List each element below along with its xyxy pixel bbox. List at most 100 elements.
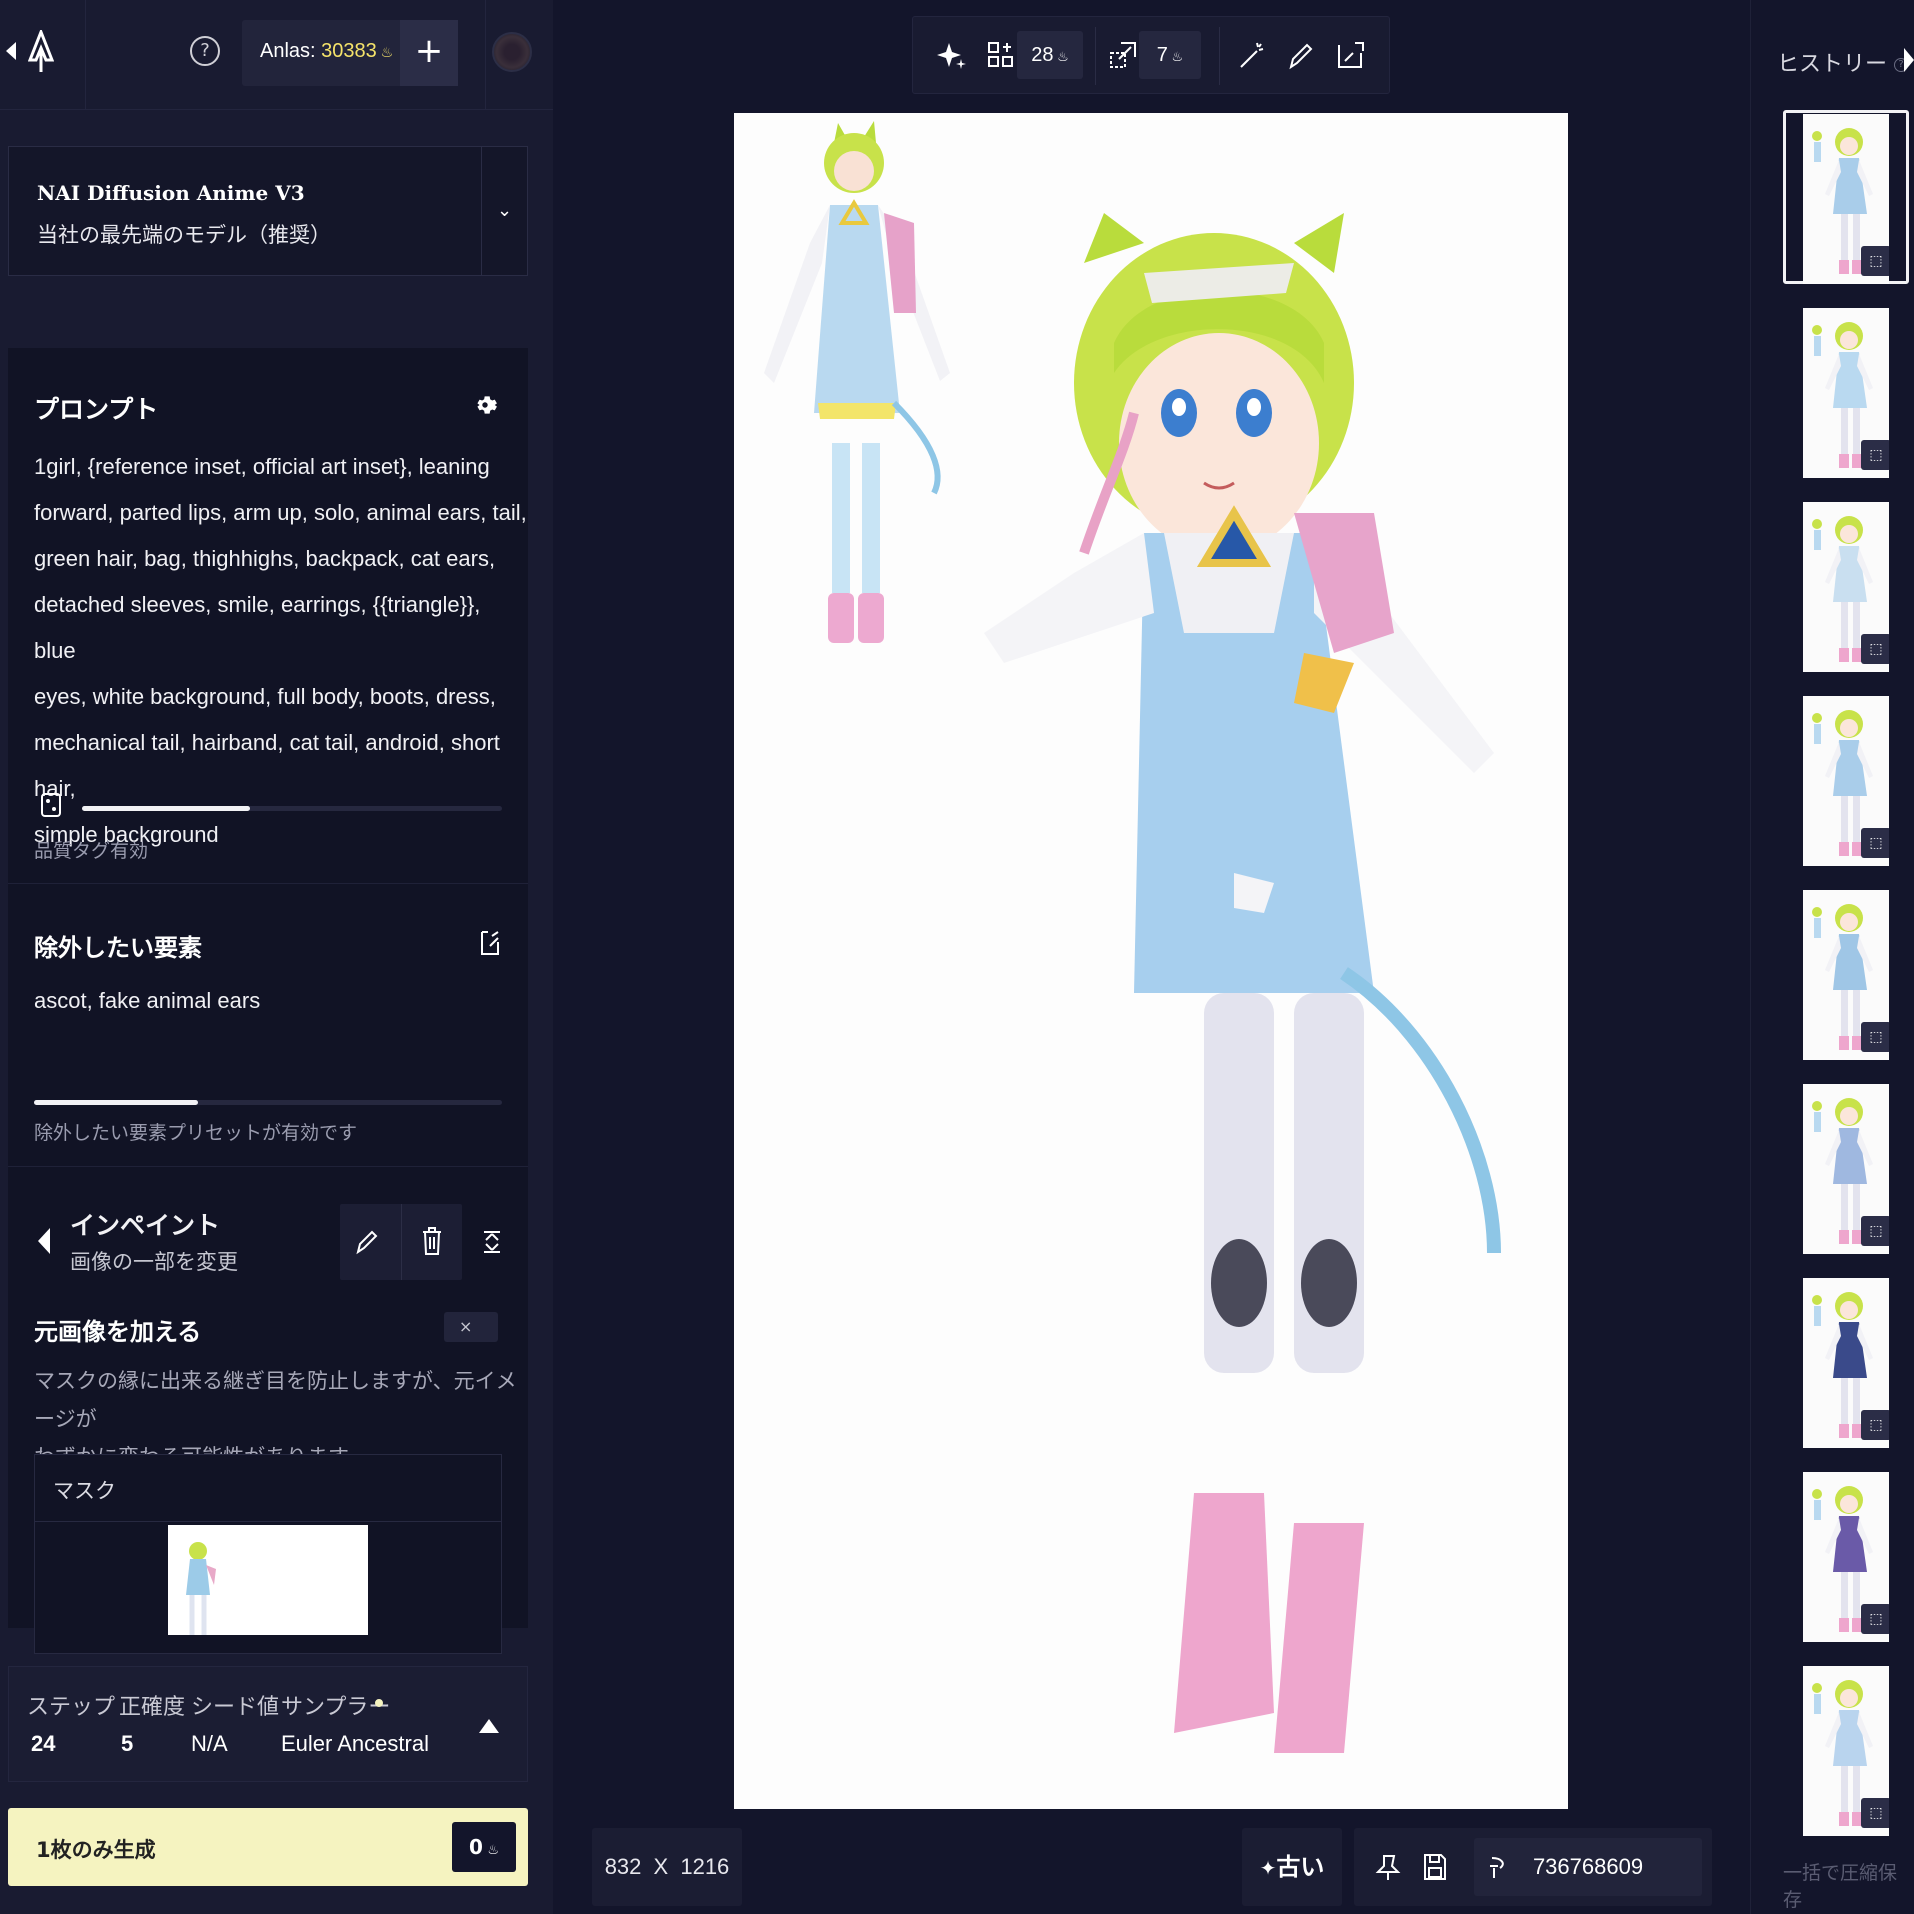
model-selector[interactable]: NAI Diffusion Anime V3 当社の最先端のモデル（推奨） ⌄ [8,146,528,276]
prompt-strength-slider[interactable] [82,806,502,811]
prompt-line: 1girl, {reference inset, official art in… [34,454,490,479]
seed-actions: 736768609 [1354,1828,1712,1906]
use-as-base-icon[interactable]: ⬚ [1861,1216,1889,1246]
image-height: 1216 [680,1854,730,1879]
negative-preset-icon[interactable] [478,928,502,956]
user-avatar[interactable] [492,32,532,72]
trash-icon[interactable] [420,1226,444,1256]
dice-icon[interactable] [40,792,62,818]
prompt-line: green hair, bag, thighhighs, backpack, c… [34,546,496,571]
model-name: NAI Diffusion Anime V3 [37,181,305,205]
help-button[interactable]: ? [190,36,220,66]
mask-panel[interactable]: マスク [34,1454,502,1654]
upscale-cost-value: 28 [1031,44,1054,66]
generate-button[interactable]: 1枚のみ生成 0 ♨ [8,1808,528,1886]
inpaint-back-icon[interactable] [38,1228,50,1254]
prompt-title: プロンプト [34,395,159,424]
generate-cost-value: 0 [468,1835,483,1859]
image-dimensions: 832 X 1216 [592,1828,742,1906]
use-as-base-icon[interactable]: ⬚ [1861,1410,1889,1440]
sampler-label: サンプラー [281,1694,391,1719]
buy-anlas-button[interactable]: + [400,20,458,86]
use-as-base-icon[interactable]: ⬚ [1861,1604,1889,1634]
add-original-title: 元画像を加える [34,1318,202,1346]
negative-title: 除外したい要素 [34,934,202,962]
main-figure [984,213,1501,1753]
guidance-value: 5 [121,1731,134,1756]
sparkle-icon: ✦ [1259,1856,1277,1880]
history-thumbnail[interactable]: ⬚ [1803,696,1889,866]
reference-inset-figure [764,121,950,643]
sampler-value: Euler Ancestral [281,1731,429,1756]
old-enhance-button[interactable]: ✦古い [1242,1828,1342,1906]
image-to-image-icon[interactable] [1335,39,1367,71]
image-toolbar: 28 ♨ 7 ♨ [912,16,1390,94]
steps-label: ステップ [27,1694,116,1719]
collapse-icon[interactable] [482,1228,502,1256]
prompt-line: detached sleeves, smile, earrings, {{tri… [34,592,481,663]
seed-label: シード値 [191,1694,280,1719]
anlas-balance: Anlas: 30383 ♨ + [242,20,458,86]
quality-tags-label: 品質タグ有効 [34,840,149,862]
use-as-base-icon[interactable]: ⬚ [1861,1798,1889,1828]
history-thumbnail[interactable]: ⬚ [1803,1472,1889,1642]
sampler-indicator [375,1699,383,1707]
sparkle-icon[interactable] [935,39,967,71]
generation-settings[interactable]: ステップ 24 正確度 5 シード値 N/A サンプラー Euler Ances… [8,1666,528,1782]
use-as-base-icon[interactable]: ⬚ [1861,828,1889,858]
anlas-icon: ♨ [1053,49,1069,64]
variations-cost: 7 ♨ [1139,31,1201,79]
upscale-cost: 28 ♨ [1017,31,1083,79]
use-as-base-icon[interactable]: ⬚ [1861,634,1889,664]
anlas-label: Anlas: [260,40,316,62]
history-thumbnail[interactable]: ⬚ [1803,502,1889,672]
expand-settings-icon[interactable] [479,1719,499,1733]
history-thumbnail[interactable]: ⬚ [1803,1278,1889,1448]
anlas-display: Anlas: 30383 ♨ [260,40,393,63]
pencil-icon[interactable] [1285,39,1317,71]
mask-thumbnail[interactable] [168,1525,368,1635]
prompt-line: eyes, white background, full body, boots… [34,684,496,709]
history-thumbnail[interactable]: ⬚ [1803,1084,1889,1254]
prompt-input[interactable]: 1girl, {reference inset, official art in… [34,444,528,858]
gear-icon[interactable] [472,392,498,418]
magic-wand-icon[interactable] [1235,39,1267,71]
pin-icon[interactable] [1374,1852,1402,1882]
novelai-logo-icon[interactable] [28,30,54,74]
prompt-panel: プロンプト 1girl, {reference inset, official … [8,348,528,1654]
use-as-base-icon[interactable]: ⬚ [1861,246,1889,276]
generated-image-canvas[interactable] [734,113,1568,1809]
variations-cost-value: 7 [1156,44,1168,66]
history-title-text: ヒストリー [1777,52,1888,77]
variations-icon[interactable] [1107,39,1139,71]
guidance-label: 正確度 [119,1694,186,1719]
save-icon[interactable] [1422,1852,1448,1882]
seed-value: 736768609 [1532,1854,1644,1879]
bulk-save-button[interactable]: 一括で圧縮保存 [1783,1858,1914,1912]
history-thumbnail[interactable]: ⬚ [1803,890,1889,1060]
seed-icon[interactable] [1486,1854,1512,1880]
prompt-line: forward, parted lips, arm up, solo, anim… [34,500,527,525]
add-original-toggle[interactable]: × [444,1312,498,1342]
prompt-line: mechanical tail, hairband, cat tail, and… [34,730,500,801]
upscale-icon[interactable] [985,39,1017,71]
dimension-separator: X [653,1854,669,1879]
collapse-history-icon[interactable] [1904,48,1914,72]
collapse-sidebar-icon[interactable] [6,42,16,60]
use-as-base-icon[interactable]: ⬚ [1861,1022,1889,1052]
use-as-base-icon[interactable]: ⬚ [1861,440,1889,470]
chevron-down-icon[interactable]: ⌄ [481,147,527,275]
pencil-icon[interactable] [354,1228,380,1256]
negative-input[interactable]: ascot, fake animal ears [34,978,260,1024]
negative-strength-slider[interactable] [34,1100,502,1105]
description-line: マスクの縁に出来る継ぎ目を防止しますが、元イメージが [34,1369,517,1431]
history-thumbnail[interactable]: ⬚ [1803,114,1889,284]
divider [1095,27,1096,85]
history-thumbnail[interactable]: ⬚ [1803,308,1889,478]
inpaint-tools [340,1204,462,1280]
sidebar-topbar: ? Anlas: 30383 ♨ + [0,0,553,110]
divider [1219,27,1220,85]
generated-image [764,121,1501,1753]
anlas-icon: ♨ [376,44,394,60]
history-thumbnail[interactable]: ⬚ [1803,1666,1889,1836]
